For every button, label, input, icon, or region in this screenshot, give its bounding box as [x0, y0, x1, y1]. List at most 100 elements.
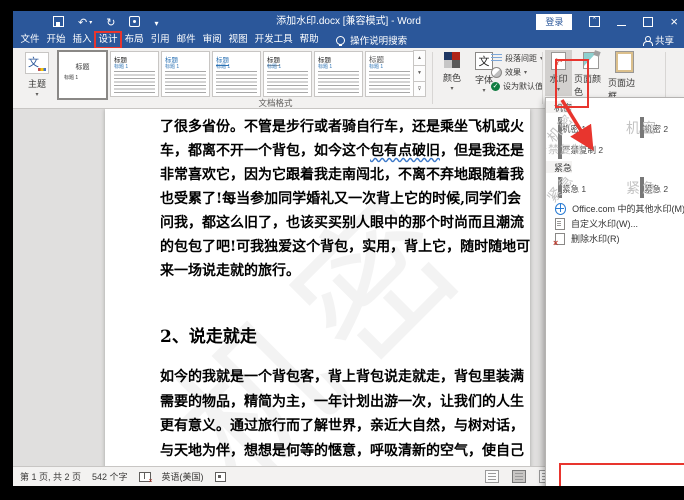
watermark-thumbnail-text: 紧急 [546, 171, 577, 206]
watermark-thumbnail: 紧急 [546, 171, 577, 206]
checkmark-icon [491, 82, 500, 91]
menu-tab-帮助[interactable]: 帮助 [296, 32, 322, 48]
menu-tab-引用[interactable]: 引用 [147, 32, 173, 48]
share-button[interactable]: 共享 [642, 33, 674, 47]
print-layout-icon[interactable] [512, 470, 526, 483]
custom-watermark-icon [555, 217, 565, 230]
style-thumbnail-subtitle: 标题 1 [267, 64, 282, 70]
colors-button[interactable]: 颜色 [437, 52, 467, 92]
style-thumbnail-subtitle: 标题 1 [369, 64, 384, 70]
watermark-option-紧急 2[interactable]: 紧急紧急 2 [626, 177, 684, 198]
menu-tab-布局[interactable]: 布局 [121, 32, 147, 48]
set-default-label: 设为默认值 [503, 82, 543, 91]
redo-icon[interactable] [106, 13, 115, 31]
tell-me-search[interactable]: 操作说明搜索 [336, 33, 407, 47]
style-thumbnail-bodylines [318, 71, 359, 93]
gallery-up-button[interactable]: ▲ [413, 50, 426, 67]
menu-item-自定义水印(W)...[interactable]: 自定义水印(W)... [546, 216, 684, 231]
style-thumbnail[interactable]: 标题 标题 1 [110, 51, 159, 97]
watermark-icon [551, 52, 566, 70]
watermark-thumbnail-text: 机密 [546, 111, 577, 146]
page-borders-icon [615, 51, 634, 73]
menu-item-删除水印(R)[interactable]: 删除水印(R) [546, 231, 684, 248]
menu-tab-设计[interactable]: 设计 [94, 31, 123, 49]
gallery-down-button[interactable]: ▼ [413, 65, 426, 82]
spellcheck-underline: 包有点破旧 [370, 143, 440, 159]
style-thumbnail-bodylines [369, 71, 410, 93]
style-thumbnail-bodylines [267, 71, 308, 93]
watermark-thumbnail: 紧急 [626, 177, 656, 198]
office-watermark-icon [555, 202, 567, 215]
watermark-label: 水印 [549, 74, 568, 84]
person-icon [642, 36, 653, 46]
undo-icon[interactable] [78, 13, 92, 31]
save-icon[interactable] [53, 16, 64, 27]
read-mode-icon[interactable] [485, 470, 499, 483]
menu-tab-插入[interactable]: 插入 [69, 32, 95, 48]
menu-item-Office.com 中的其他水印(M)[interactable]: Office.com 中的其他水印(M) [546, 201, 684, 216]
watermark-thumbnail: 机密 [626, 117, 656, 138]
watermark-dropdown-panel: 机密机密机密 1机密机密 2严禁复制严禁复制 2 紧急紧急紧急 1紧急紧急 2 Of… [545, 97, 684, 486]
watermark-row: 严禁复制严禁复制 2 [546, 137, 684, 159]
language-status[interactable]: 英语(美国) [162, 470, 204, 483]
menu-tab-视图[interactable]: 视图 [225, 32, 251, 48]
document-page[interactable]: 机密 了很多省份。不管是步行或者骑自行车，还是乘坐飞机或火 车，都离不开一个背包，… [105, 109, 530, 466]
proofing-status-icon[interactable] [138, 471, 153, 485]
page-borders-button[interactable]: 页面边框 [608, 51, 641, 102]
watermark-option-机密 1[interactable]: 机密 机密 1 [546, 111, 628, 146]
touch-mode-icon[interactable] [129, 16, 141, 27]
watermark-option-严禁复制 2[interactable]: 严禁复制严禁复制 2 [546, 138, 628, 159]
menu-tab-文件[interactable]: 文件 [17, 32, 43, 48]
customize-qat-icon[interactable] [154, 13, 158, 31]
watermark-row: 机密机密 1机密机密 2 [546, 111, 684, 146]
style-thumbnail[interactable]: 标题 标题 1 [161, 51, 210, 97]
title-bar: 添加水印.docx [兼容模式] - Word 登录 [13, 11, 684, 32]
style-thumbnail-subtitle: 标题 1 [318, 64, 333, 70]
close-icon[interactable] [670, 13, 678, 31]
document-text-line: 来一场说走就的旅行。 [160, 263, 300, 279]
style-thumbnail-bodylines [114, 71, 155, 93]
menu-item-label: Office.com 中的其他水印(M) [572, 204, 684, 214]
sign-in-button[interactable]: 登录 [536, 13, 573, 30]
watermark-panel-menu: Office.com 中的其他水印(M) 自定义水印(W)... 删除水印(R) [546, 201, 684, 248]
gallery-more-button[interactable]: ⊽ [413, 80, 426, 97]
style-thumbnail-subtitle: 标题 1 [114, 64, 129, 70]
menu-tab-开发工具[interactable]: 开发工具 [251, 32, 296, 48]
style-thumbnail[interactable]: 标题 标题 1 [365, 51, 414, 97]
menu-tab-邮件[interactable]: 邮件 [173, 32, 199, 48]
word-window: 添加水印.docx [兼容模式] - Word 登录 文件开始插入设计布局引用邮… [13, 11, 684, 486]
menu-tab-开始[interactable]: 开始 [43, 32, 69, 48]
document-heading: 2、说走就走 [160, 327, 257, 347]
paragraph-spacing-icon [491, 54, 502, 63]
watermark-thumbnail: 严禁复制 [546, 138, 583, 159]
page-color-icon [582, 52, 599, 69]
page-number-status[interactable]: 第 1 页, 共 2 页 [20, 470, 81, 483]
watermark-button[interactable]: 水印 [545, 50, 572, 96]
restore-icon[interactable] [643, 16, 654, 27]
style-thumbnail[interactable]: 标题 标题 1 [57, 50, 108, 100]
group-label-document-formatting: 文档格式 [258, 98, 293, 108]
ribbon-tab-bar: 文件 开始 插入 设计 布局 引用 邮件 审阅 视图 开发工具 帮助 操作说明搜索 共享 [13, 31, 684, 49]
themes-button[interactable]: 主题 [21, 52, 53, 98]
effects-label: 效果 [505, 68, 521, 77]
delete-watermark-icon [553, 232, 565, 248]
style-thumbnail[interactable]: 标题 标题 1 [212, 51, 261, 97]
ribbon-display-options-icon[interactable] [589, 16, 601, 27]
effects-button[interactable]: 效果 ▾ [491, 67, 543, 78]
watermark-option-机密 2[interactable]: 机密机密 2 [626, 117, 684, 138]
quick-access-toolbar [53, 11, 158, 32]
watermark-option-紧急 1[interactable]: 紧急 紧急 1 [546, 171, 628, 206]
menu-tab-审阅[interactable]: 审阅 [199, 32, 225, 48]
share-label: 共享 [654, 36, 674, 47]
paragraph: 如今的我就是一个背包客，背上背包说走就走，背包里装满 需要的物品，精简为主，一年计… [160, 365, 524, 466]
minimize-icon[interactable] [617, 25, 627, 26]
paragraph-spacing-button[interactable]: 段落间距 ▾ [491, 53, 543, 64]
document-text-line: 非常喜欢它，因为它跟着我走南闯北，不离不弃地跟随着我 [160, 167, 524, 183]
style-thumbnail[interactable]: 标题 标题 1 [314, 51, 363, 97]
themes-icon [25, 52, 49, 74]
style-thumbnail[interactable]: 标题 标题 1 [263, 51, 312, 97]
document-text-line: 与天地为伴，想想是何等的惬意，呼吸清新的空气，使自己 [160, 442, 524, 459]
word-count-status[interactable]: 542 个字 [92, 470, 128, 483]
macro-record-icon[interactable] [214, 471, 226, 482]
set-as-default-button[interactable]: 设为默认值 [491, 81, 543, 92]
